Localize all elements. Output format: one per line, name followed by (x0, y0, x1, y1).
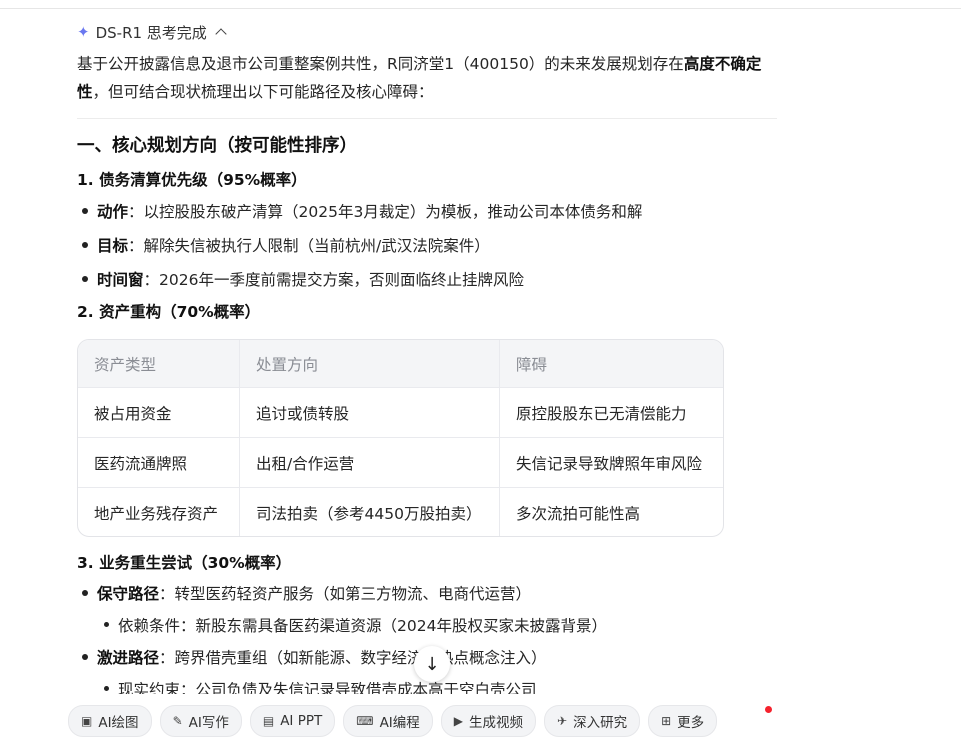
chip-research[interactable]: ✈ 深入研究 (544, 705, 641, 737)
arrow-down-icon: ↓ (424, 653, 440, 675)
thinking-toggle[interactable]: ✦ DS-R1 思考完成 (77, 20, 227, 44)
notification-dot (765, 706, 772, 713)
research-icon: ✈ (557, 714, 568, 728)
bullet-icon (104, 686, 109, 691)
list-item: 动作：以控股股东破产清算（2025年3月裁定）为模板，推动公司本体债务和解 (82, 201, 642, 223)
table-cell: 司法拍卖（参考4450万股拍卖） (239, 488, 499, 536)
bullet-icon (82, 241, 88, 248)
chip-label: 生成视频 (469, 715, 524, 731)
subsection-heading-1: 1. 债务清算优先级（95%概率） (77, 171, 307, 189)
chip-ai-code[interactable]: ⌨ AI编程 (343, 705, 433, 737)
table-row: 医药流通牌照 出租/合作运营 失信记录导致牌照年审风险 (78, 437, 723, 487)
chip-label: AI PPT (280, 713, 323, 729)
thinking-label: DS-R1 思考完成 (95, 23, 207, 42)
sub-list-item: 现实约束：公司负债及失信记录导致借壳成本高于空白壳公司 (104, 679, 537, 694)
image-icon: ▣ (81, 714, 93, 728)
table-header-cell: 障碍 (499, 340, 723, 387)
bullet-icon (82, 589, 88, 596)
video-icon: ▶ (453, 714, 464, 728)
table-cell: 医药流通牌照 (94, 454, 188, 473)
list-item-key: 激进路径 (97, 649, 160, 667)
chip-label: 深入研究 (573, 715, 628, 731)
chip-label: AI写作 (188, 715, 229, 731)
chip-video[interactable]: ▶ 生成视频 (440, 705, 537, 737)
intro-text: 基于公开披露信息及退市公司重整案例共性，R同济堂1（400150）的未来发展规划… (77, 55, 684, 73)
list-item: 时间窗：2026年一季度前需提交方案，否则面临终止挂牌风险 (82, 269, 524, 291)
bullet-icon (82, 275, 88, 282)
table-cell: 失信记录导致牌照年审风险 (499, 438, 723, 487)
chip-ai-writing[interactable]: ✎ AI写作 (159, 705, 242, 737)
sparkle-icon: ✦ (77, 23, 90, 41)
ppt-icon: ▤ (262, 714, 275, 728)
intro-emphasis-cont: 性 (77, 83, 93, 101)
chip-label: AI绘图 (98, 715, 139, 731)
list-item: 激进路径：跨界借壳重组（如新能源、数字经济等热点概念注入） (82, 647, 547, 669)
intro-emphasis: 高度不确定 (683, 55, 762, 73)
list-item-key: 目标 (97, 237, 129, 255)
chip-more[interactable]: ⊞ 更多 (648, 705, 718, 737)
intro-text-cont: ，但可结合现状梳理出以下可能路径及核心障碍： (92, 83, 434, 101)
table-cell: 多次流拍可能性高 (499, 488, 723, 536)
pen-icon: ✎ (172, 714, 183, 728)
list-item-key: 保守路径 (97, 585, 160, 603)
table-cell: 原控股股东已无清偿能力 (499, 388, 723, 437)
sub-list-item-text: 现实约束：公司负债及失信记录导致借壳成本高于空白壳公司 (118, 681, 537, 694)
list-item-key: 时间窗 (97, 271, 144, 289)
chip-label: 更多 (677, 715, 705, 731)
subsection-heading-2: 2. 资产重构（70%概率） (77, 303, 261, 321)
section-divider (77, 118, 777, 119)
table-cell: 出租/合作运营 (239, 438, 499, 487)
table-header-row: 资产类型 处置方向 障碍 (78, 340, 723, 387)
sub-list-item: 依赖条件：新股东需具备医药渠道资源（2024年股权买家未披露背景） (104, 615, 607, 637)
list-item-text: ：以控股股东破产清算（2025年3月裁定）为模板，推动公司本体债务和解 (128, 203, 643, 221)
list-item: 目标：解除失信被执行人限制（当前杭州/武汉法院案件） (82, 235, 490, 257)
table-cell: 追讨或债转股 (239, 388, 499, 437)
tool-chip-bar: ▣ AI绘图 ✎ AI写作 ▤ AI PPT ⌨ AI编程 ▶ 生成视频 ✈ 深入研究 ⊞ 更… (68, 705, 718, 737)
answer-content: ✦ DS-R1 思考完成 基于公开披露信息及退市公司重整案例共性，R同济堂1（4… (77, 0, 777, 694)
subsection-heading-3: 3. 业务重生尝试（30%概率） (77, 554, 292, 572)
list-item-text: ：转型医药轻资产服务（如第三方物流、电商代运营） (159, 585, 532, 603)
table-cell: 被占用资金 (94, 404, 172, 423)
table-row: 地产业务残存资产 司法拍卖（参考4450万股拍卖） 多次流拍可能性高 (78, 487, 723, 536)
table-header-cell: 处置方向 (239, 340, 499, 387)
chip-label: AI编程 (379, 715, 420, 731)
list-item-text: ：2026年一季度前需提交方案，否则面临终止挂牌风险 (143, 271, 524, 289)
sub-list-item-text: 依赖条件：新股东需具备医药渠道资源（2024年股权买家未披露背景） (118, 617, 607, 635)
table-row: 被占用资金 追讨或债转股 原控股股东已无清偿能力 (78, 387, 723, 437)
table-header-cell: 资产类型 (94, 355, 157, 374)
more-icon: ⊞ (661, 714, 672, 728)
scroll-down-button[interactable]: ↓ (414, 646, 450, 682)
list-item-text: ：解除失信被执行人限制（当前杭州/武汉法院案件） (128, 237, 490, 255)
list-item-text: ：跨界借壳重组（如新能源、数字经济等热点概念注入） (159, 649, 547, 667)
chevron-up-icon (215, 28, 227, 40)
section-heading: 一、核心规划方向（按可能性排序） (77, 136, 357, 156)
chip-ai-ppt[interactable]: ▤ AI PPT (249, 705, 336, 737)
chip-ai-image[interactable]: ▣ AI绘图 (68, 705, 152, 737)
intro-paragraph: 基于公开披露信息及退市公司重整案例共性，R同济堂1（400150）的未来发展规划… (77, 50, 777, 106)
list-item: 保守路径：转型医药轻资产服务（如第三方物流、电商代运营） (82, 583, 531, 605)
code-icon: ⌨ (356, 714, 374, 728)
table-cell: 地产业务残存资产 (94, 504, 219, 523)
bullet-icon (82, 207, 88, 214)
asset-table: 资产类型 处置方向 障碍 被占用资金 追讨或债转股 原控股股东已无清偿能力 医药… (77, 339, 724, 537)
bullet-icon (104, 622, 109, 627)
bullet-icon (82, 653, 88, 660)
list-item-key: 动作 (97, 203, 129, 221)
